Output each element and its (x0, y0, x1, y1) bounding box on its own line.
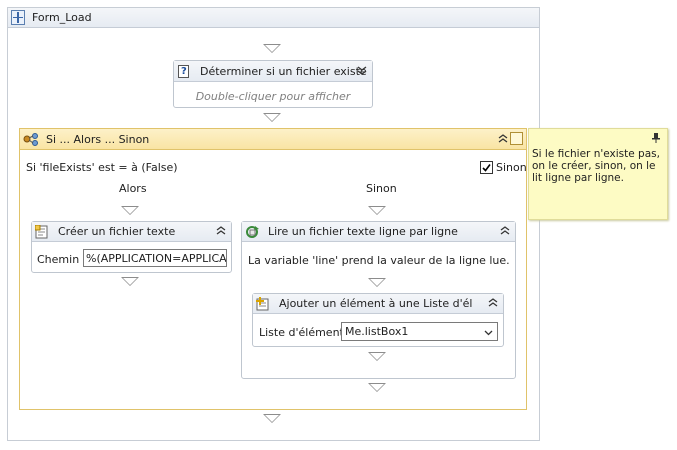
if-block-title: Si ... Alors ... Sinon (46, 133, 150, 146)
if-block-header: Si ... Alors ... Sinon (20, 129, 526, 150)
activity-read-lines-header: Lire un fichier texte ligne par ligne (242, 222, 515, 242)
form-load-title: Form_Load (32, 11, 92, 24)
flow-arrow (121, 277, 139, 286)
loop-description: La variable 'line' prend la valeur de la… (248, 254, 510, 267)
collapse-chevron-icon[interactable] (499, 225, 511, 239)
activity-add-item-title: Ajouter un élément à une Liste d'élément… (279, 297, 473, 310)
activity-file-exists[interactable]: ? Déterminer si un fichier existe Double… (173, 60, 373, 108)
then-branch-label: Alors (119, 182, 147, 195)
collapse-chevron-icon[interactable] (497, 133, 509, 147)
flow-arrow (368, 206, 386, 215)
activity-file-exists-hint: Double-cliquer pour afficher (195, 90, 351, 103)
note-toggle-icon[interactable] (510, 132, 523, 145)
path-field[interactable]: %(APPLICATION=APPLICA (83, 249, 227, 267)
flow-arrow (368, 278, 386, 287)
flow-arrow (368, 352, 386, 361)
loop-icon (245, 225, 260, 242)
flow-arrow (368, 383, 386, 392)
text-file-icon (34, 224, 49, 242)
flow-arrow (263, 414, 281, 423)
collapse-chevron-icon[interactable] (487, 297, 499, 311)
activity-file-exists-title: Déterminer si un fichier existe (200, 65, 367, 78)
file-question-icon: ? (178, 65, 189, 78)
activity-create-file[interactable]: Créer un fichier texte Chemin : %(APPLIC… (31, 221, 232, 273)
list-select-value: Me.listBox1 (345, 325, 409, 338)
form-load-header[interactable]: Form_Load (8, 8, 539, 28)
flow-arrow (263, 113, 281, 122)
pin-icon[interactable] (651, 133, 661, 146)
flow-arrow (121, 206, 139, 215)
activity-create-file-header: Créer un fichier texte (32, 222, 231, 242)
activity-create-file-title: Créer un fichier texte (58, 225, 176, 238)
chevron-down-icon (484, 327, 493, 340)
condition-icon (23, 132, 39, 149)
else-branch-label: Sinon (366, 182, 397, 195)
expand-icon[interactable] (11, 10, 25, 25)
expand-chevron-icon[interactable] (356, 64, 368, 78)
add-item-icon (256, 297, 270, 314)
path-label: Chemin : (37, 253, 87, 266)
collapse-chevron-icon[interactable] (215, 225, 227, 239)
activity-read-lines-title: Lire un fichier texte ligne par ligne (268, 225, 458, 238)
activity-add-item[interactable]: Ajouter un élément à une Liste d'élément… (252, 293, 504, 347)
list-select[interactable]: Me.listBox1 (341, 322, 498, 341)
annotation-note[interactable]: Si le fichier n'existe pas, on le créer,… (528, 128, 668, 220)
else-checkbox[interactable] (480, 161, 493, 174)
else-checkbox-label: Sinon (496, 161, 527, 174)
activity-add-item-header: Ajouter un élément à une Liste d'élément… (253, 294, 503, 314)
activity-file-exists-header: ? Déterminer si un fichier existe (174, 61, 372, 82)
note-text: Si le fichier n'existe pas, on le créer,… (532, 148, 660, 184)
flow-arrow (263, 44, 281, 53)
if-condition-text: Si 'fileExists' est = à (False) (26, 161, 178, 174)
